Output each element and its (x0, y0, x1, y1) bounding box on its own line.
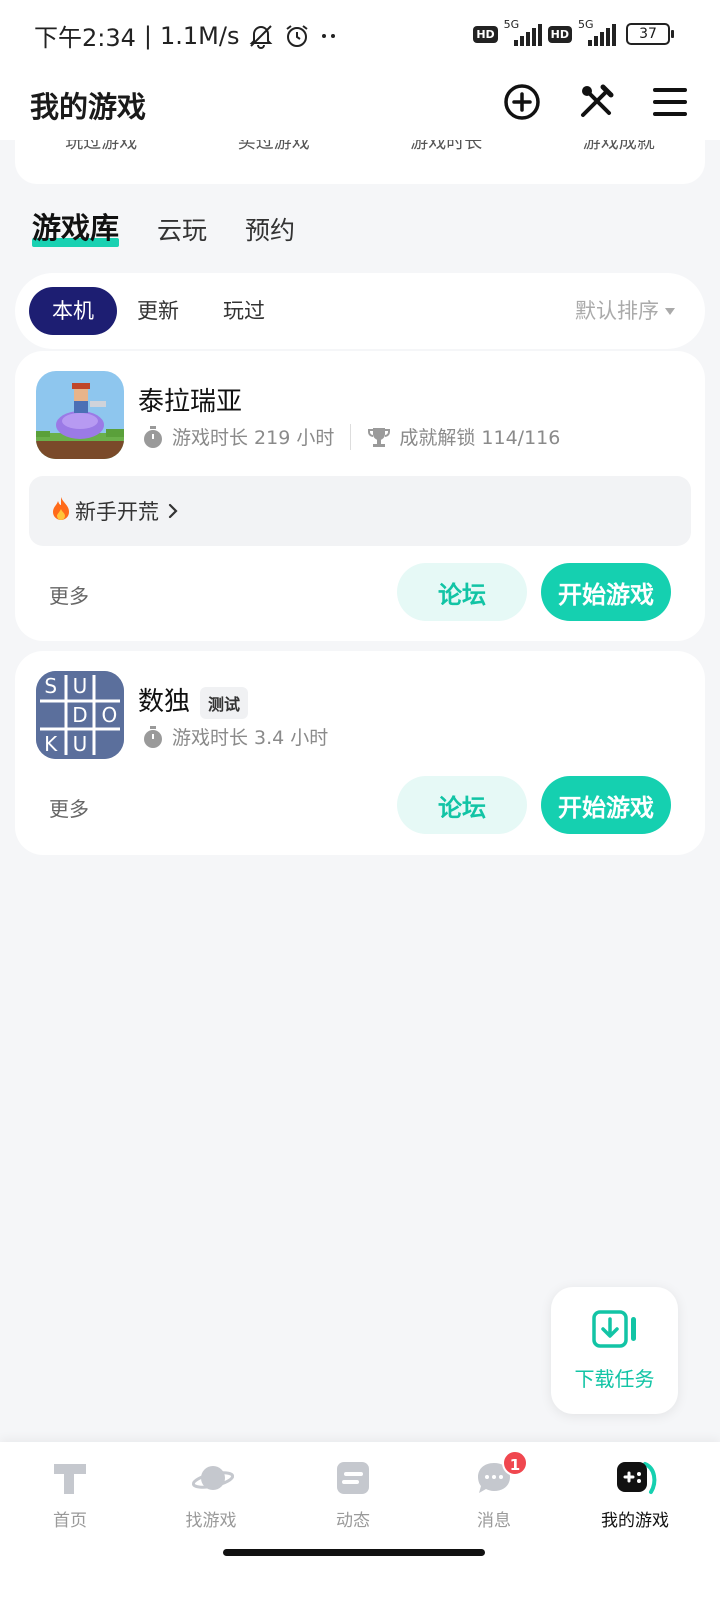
page-title: 我的游戏 (30, 90, 147, 124)
feed-icon (333, 1458, 373, 1498)
terraria-game-icon[interactable] (36, 371, 124, 459)
start-game-button[interactable]: 开始游戏 (541, 776, 671, 834)
unread-badge: 1 (502, 1450, 528, 1476)
stat-playtime[interactable]: 游戏时长 (410, 140, 482, 154)
stat-bought[interactable]: 买过游戏 (238, 140, 310, 154)
bottom-nav: 首页 找游戏 动态 1 消息 我的游戏 (0, 1442, 720, 1600)
more-link[interactable]: 更多 (49, 580, 89, 609)
guide-tip-text: 新手开荒 (75, 500, 159, 524)
fire-icon (49, 496, 73, 527)
playtime-text: 游戏时长 219 小时 (172, 427, 335, 449)
playtime-text: 游戏时长 3.4 小时 (172, 727, 329, 749)
tab-cloud-play[interactable]: 云玩 (157, 211, 207, 247)
more-dots-icon (319, 31, 339, 41)
status-bar: 下午2:34 | 1.1M/s HD 5G HD 5G 37 (0, 0, 720, 70)
filter-chip-played[interactable]: 玩过 (223, 287, 265, 335)
nav-feed[interactable]: 动态 (293, 1458, 413, 1531)
nav-find-games[interactable]: 找游戏 (151, 1458, 271, 1531)
nav-messages[interactable]: 1 消息 (434, 1450, 554, 1531)
mute-notification-icon (247, 22, 275, 50)
download-tasks-button[interactable]: 下载任务 (551, 1287, 678, 1414)
menu-icon[interactable] (650, 82, 690, 122)
alarm-icon (283, 22, 311, 50)
filter-chip-updates[interactable]: 更新 (137, 287, 179, 335)
dropdown-arrow-icon (665, 307, 675, 315)
status-time: 下午2:34 (34, 24, 136, 52)
network-speed: 1.1M/s (160, 21, 240, 50)
download-tasks-label: 下载任务 (574, 1367, 655, 1391)
forum-button[interactable]: 论坛 (397, 776, 527, 834)
test-badge: 测试 (200, 686, 249, 719)
game-title[interactable]: 数独 (138, 687, 190, 717)
stats-card: 玩过游戏 买过游戏 游戏时长 游戏成就 (15, 140, 705, 184)
stopwatch-icon (142, 725, 164, 749)
home-icon (50, 1458, 90, 1498)
game-title[interactable]: 泰拉瑞亚 (138, 381, 242, 418)
app-header: 我的游戏 (0, 70, 720, 140)
nav-home[interactable]: 首页 (10, 1458, 130, 1531)
planet-icon (191, 1458, 235, 1498)
trophy-icon (367, 425, 391, 449)
hd-badge: HD (473, 25, 498, 43)
sudoku-game-icon[interactable]: S U D O K U (36, 671, 124, 759)
signal-icon: 5G (504, 18, 542, 46)
game-card: S U D O K U 数独 测试 游戏时长 3.4 小时 更多 论坛 开始游戏 (15, 651, 705, 855)
tab-reservations[interactable]: 预约 (245, 211, 295, 247)
tools-icon[interactable] (576, 82, 616, 122)
start-game-button[interactable]: 开始游戏 (541, 563, 671, 621)
filter-chip-local[interactable]: 本机 (29, 287, 117, 335)
battery-icon: 37 (626, 23, 674, 45)
stopwatch-icon (142, 425, 164, 449)
stat-played[interactable]: 玩过游戏 (65, 140, 137, 154)
message-icon: 1 (474, 1450, 528, 1498)
stat-achievements[interactable]: 游戏成就 (583, 140, 655, 154)
filter-bar: 本机 更新 玩过 默认排序 (15, 273, 705, 349)
sort-dropdown[interactable]: 默认排序 (575, 287, 675, 335)
achievements-text: 成就解锁 114/116 (399, 427, 561, 449)
hd-badge: HD (547, 25, 572, 43)
nav-my-games[interactable]: 我的游戏 (575, 1458, 695, 1531)
gamepad-icon (615, 1458, 657, 1498)
chevron-right-icon (167, 502, 179, 520)
divider (350, 423, 352, 450)
home-indicator (223, 1549, 485, 1556)
forum-button[interactable]: 论坛 (397, 563, 527, 621)
download-icon (591, 1309, 639, 1353)
tab-game-library[interactable]: 游戏库 (32, 205, 120, 247)
signal-icon: 5G (578, 18, 616, 46)
guide-tip-bar[interactable]: 新手开荒 (29, 476, 691, 546)
more-link[interactable]: 更多 (49, 793, 89, 822)
main-tabs: 游戏库 云玩 预约 (32, 205, 295, 247)
add-circle-icon[interactable] (502, 82, 542, 122)
game-card: 泰拉瑞亚 游戏时长 219 小时 成就解锁 114/116 新手开荒 更多 论坛… (15, 351, 705, 641)
